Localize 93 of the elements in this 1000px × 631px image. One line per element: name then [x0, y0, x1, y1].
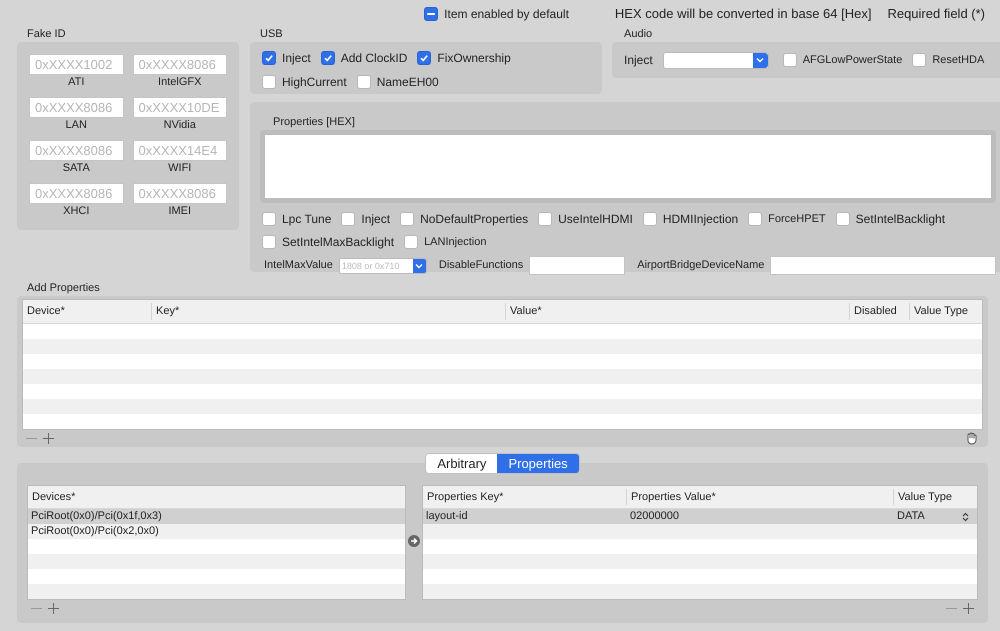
- check-icon: [322, 53, 333, 63]
- add-button[interactable]: [963, 602, 974, 614]
- id-field[interactable]: 0xXXXX8086: [132, 183, 227, 204]
- checkbox-label: SetIntelBacklight: [856, 211, 946, 228]
- checkbox[interactable]: [424, 7, 438, 21]
- checkbox-label: SetIntelMaxBacklight: [282, 234, 394, 251]
- column-header[interactable]: Devices*: [32, 488, 76, 506]
- check-icon: [264, 53, 274, 63]
- checkbox-label: Inject: [361, 211, 390, 228]
- tab[interactable]: Arbitrary: [426, 454, 498, 473]
- field-label: XHCI: [63, 204, 90, 219]
- id-field[interactable]: 0xXXXX8086: [29, 97, 124, 118]
- field-label: NVidia: [164, 118, 196, 133]
- field-label: IMEI: [168, 204, 192, 219]
- checkbox-label: HighCurrent: [282, 74, 347, 91]
- inject-dropdown[interactable]: [662, 52, 769, 68]
- section-title: Add Properties: [27, 282, 101, 294]
- checkbox-label: Inject: [282, 50, 311, 67]
- table-row[interactable]: layout-id 02000000 DATA: [423, 509, 977, 524]
- id-field[interactable]: 0xXXXX8086: [29, 183, 124, 204]
- chevron-icon: [415, 262, 424, 268]
- field-label: ATI: [68, 75, 84, 90]
- info-text: Required field (*): [887, 5, 985, 24]
- checkbox[interactable]: [417, 51, 432, 65]
- field-label: AirportBridgeDeviceName: [637, 258, 764, 274]
- list-row[interactable]: PciRoot(0x0)/Pci(0x1f,0x3): [28, 509, 405, 524]
- field-label: IntelGFX: [158, 75, 202, 90]
- checkbox-label: FixOwnership: [437, 50, 511, 67]
- hand-icon: [965, 431, 979, 445]
- column-header[interactable]: Disabled: [850, 303, 910, 320]
- text-field[interactable]: [770, 256, 996, 275]
- checkbox[interactable]: [912, 53, 926, 67]
- check-icon: [419, 53, 430, 63]
- section-title: Properties [HEX]: [273, 115, 356, 128]
- checkbox-label: Lpc Tune: [282, 211, 332, 228]
- checkbox-label: Item enabled by default: [444, 6, 569, 23]
- section-title: Fake ID: [27, 28, 67, 40]
- checkbox[interactable]: [782, 53, 797, 67]
- checkbox[interactable]: [262, 235, 276, 249]
- table-cell-text: layout-id: [425, 509, 469, 524]
- add-button[interactable]: [43, 432, 54, 444]
- checkbox-label: NameEH00: [376, 74, 439, 91]
- field-label: SATA: [62, 161, 90, 176]
- field-label: LAN: [66, 118, 87, 133]
- checkbox-label: Add ClockID: [340, 50, 408, 67]
- checkbox[interactable]: [262, 75, 276, 89]
- tab[interactable]: Properties: [497, 454, 579, 473]
- checkbox-label: AFGLowPowerState: [802, 52, 902, 68]
- field-label: IntelMaxValue: [264, 258, 333, 274]
- checkbox-label: ResetHDA: [932, 52, 984, 68]
- value-type-select[interactable]: DATA: [894, 509, 977, 524]
- id-field[interactable]: 0xXXXX14E4: [132, 140, 227, 161]
- chevron-icon: [756, 57, 764, 63]
- column-header[interactable]: Properties Key*: [423, 488, 627, 506]
- column-header[interactable]: Value*: [506, 303, 850, 320]
- column-header[interactable]: Value Type: [894, 488, 977, 506]
- checkbox[interactable]: [404, 235, 418, 249]
- checkbox-label: UseIntelHDMI: [558, 211, 633, 228]
- column-header[interactable]: Key*: [152, 303, 506, 320]
- add-button[interactable]: [48, 602, 59, 614]
- checkbox[interactable]: [836, 212, 850, 226]
- checkbox-label: NoDefaultProperties: [420, 211, 528, 228]
- info-text: HEX code will be converted in base 64 [Hex]: [614, 5, 872, 24]
- text-field[interactable]: [529, 256, 626, 275]
- id-field[interactable]: 0xXXXX8086: [132, 54, 227, 75]
- checkbox[interactable]: [262, 212, 276, 226]
- updown-icon: [962, 512, 969, 522]
- checkbox-label: LANInjection: [424, 234, 486, 250]
- table-cell-text: 02000000: [629, 509, 680, 524]
- checkbox[interactable]: [538, 212, 552, 226]
- checkbox-label: HDMIInjection: [662, 211, 738, 228]
- column-header[interactable]: Value Type: [910, 303, 982, 320]
- id-field[interactable]: 0xXXXX8086: [29, 140, 124, 161]
- checkbox[interactable]: [341, 212, 356, 226]
- arrow-right-icon[interactable]: [408, 535, 420, 547]
- column-header[interactable]: Device*: [23, 303, 152, 320]
- id-field[interactable]: 0xXXXX1002: [29, 54, 124, 75]
- column-header[interactable]: Properties Value*: [627, 488, 894, 506]
- minus-icon: [427, 13, 436, 15]
- field-label: WIFI: [168, 161, 192, 176]
- checkbox[interactable]: [262, 51, 276, 65]
- checkbox[interactable]: [642, 212, 657, 226]
- field-label: DisableFunctions: [438, 258, 524, 274]
- checkbox[interactable]: [356, 75, 371, 89]
- checkbox[interactable]: [320, 51, 335, 65]
- section-title: USB: [260, 28, 284, 40]
- checkbox-label: ForceHPET: [768, 212, 826, 227]
- checkbox[interactable]: [400, 212, 414, 226]
- field-label: Inject: [624, 52, 653, 69]
- id-field[interactable]: 0xXXXX10DE: [132, 97, 227, 118]
- list-row[interactable]: PciRoot(0x0)/Pci(0x2,0x0): [28, 524, 405, 539]
- checkbox[interactable]: [748, 212, 762, 226]
- section-title: Audio: [624, 28, 654, 40]
